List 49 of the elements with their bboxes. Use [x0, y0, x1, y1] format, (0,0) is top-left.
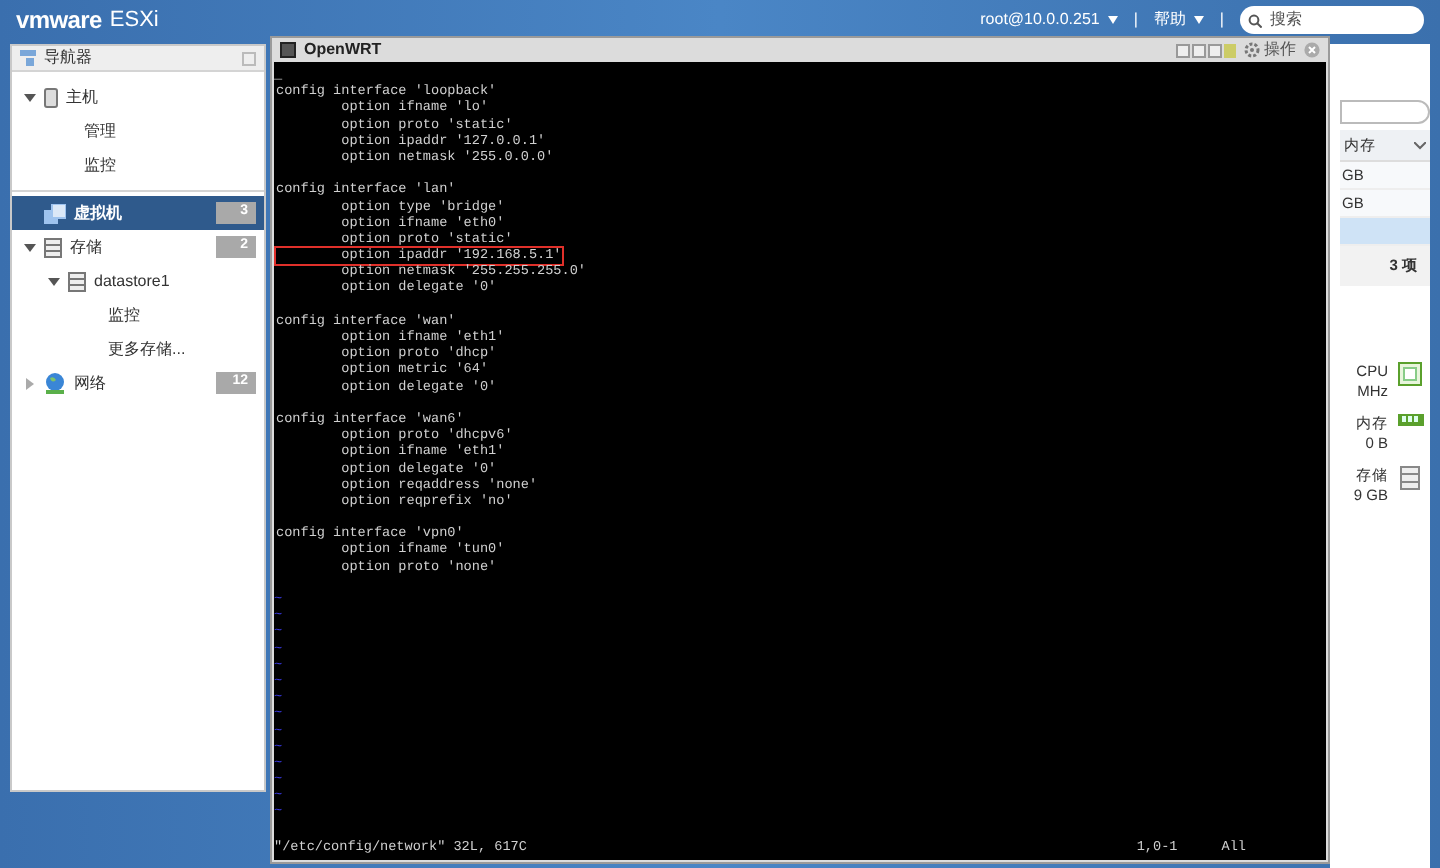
filter-field[interactable] — [1340, 100, 1430, 124]
window-controls-icon[interactable] — [1176, 43, 1236, 57]
storage-icon — [44, 237, 62, 257]
caret-down-icon[interactable] — [24, 91, 36, 103]
memory-icon — [1397, 414, 1423, 426]
nav-item[interactable]: 主机 — [12, 80, 264, 114]
console-icon — [280, 42, 296, 58]
panel-title: 导航器 — [44, 46, 94, 70]
separator: | — [1133, 8, 1138, 32]
nav-item-label: 监控 — [108, 303, 142, 327]
navigator-icon — [20, 50, 36, 66]
chip-icon — [1398, 362, 1422, 386]
collapse-icon[interactable] — [242, 51, 256, 65]
nav-item-label: 主机 — [66, 85, 100, 109]
vmware-logo: vmware — [16, 4, 102, 38]
nav-item-label: 管理 — [84, 119, 118, 143]
caret-down-icon[interactable] — [24, 241, 36, 253]
caret-down-icon — [1107, 16, 1118, 24]
nav-item-label: 更多存储... — [108, 337, 188, 361]
nav-item[interactable]: 管理 — [12, 114, 264, 148]
server-icon — [44, 87, 58, 107]
nav-item[interactable]: 监控 — [12, 148, 264, 182]
storage-icon — [1400, 466, 1420, 490]
storage-icon — [68, 271, 86, 291]
chevron-down-icon — [1414, 141, 1426, 149]
globe-icon — [44, 372, 66, 394]
virtual-machines-icon — [44, 203, 66, 223]
product-name: ESXi — [109, 5, 159, 36]
nav-item-label: 监控 — [84, 153, 118, 177]
caret-down-icon[interactable] — [48, 275, 60, 287]
nav-item[interactable]: 更多存储... — [12, 332, 264, 366]
nav-item-label: 网络 — [74, 371, 108, 395]
window-title: OpenWRT — [304, 38, 384, 62]
gear-icon — [1244, 42, 1260, 58]
close-icon[interactable] — [1304, 42, 1320, 58]
nav-item-label: datastore1 — [94, 269, 172, 293]
separator: | — [1219, 8, 1224, 32]
nav-item-label: 存储 — [70, 235, 104, 259]
search-input[interactable]: 搜索 — [1270, 8, 1410, 32]
user-menu[interactable]: root@10.0.0.251 — [980, 8, 1118, 32]
nav-item[interactable]: datastore1 — [12, 264, 264, 298]
caret-right-icon[interactable] — [24, 377, 36, 389]
actions-button[interactable]: 操作 — [1244, 38, 1296, 62]
search-field[interactable]: 搜索 — [1240, 6, 1424, 34]
caret-down-icon — [1193, 16, 1204, 24]
nav-item[interactable]: 监控 — [12, 298, 264, 332]
nav-item-label: 虚拟机 — [74, 201, 124, 225]
help-menu[interactable]: 帮助 — [1153, 8, 1204, 32]
search-icon — [1248, 13, 1262, 27]
